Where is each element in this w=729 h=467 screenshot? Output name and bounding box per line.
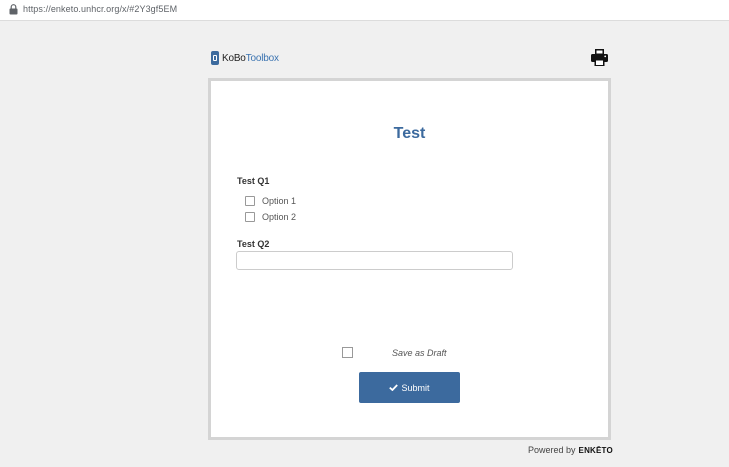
powered-by-footer: Powered by ENKĒTO — [528, 445, 613, 455]
logo-text-toolbox: Toolbox — [245, 52, 279, 64]
kobotoolbox-logo: KoBoToolbox — [211, 51, 279, 65]
submit-label: Submit — [401, 382, 430, 393]
save-as-draft-checkbox[interactable] — [342, 347, 353, 358]
question-2-input[interactable] — [236, 251, 513, 270]
powered-by-text: Powered by — [528, 445, 576, 455]
question-1-label: Test Q1 — [237, 176, 270, 186]
option-label: Option 2 — [262, 212, 297, 222]
submit-button[interactable]: Submit — [359, 372, 460, 403]
checkbox[interactable] — [245, 212, 255, 222]
browser-address-bar[interactable]: https://enketo.unhcr.org/x/#2Y3gf5EM — [0, 0, 729, 21]
option-label: Option 1 — [262, 196, 297, 206]
check-icon — [389, 384, 399, 391]
kobo-logo-icon — [211, 51, 219, 65]
form-title: Test — [393, 125, 426, 142]
save-as-draft-label: Save as Draft — [392, 348, 447, 358]
url-text[interactable]: https://enketo.unhcr.org/x/#2Y3gf5EM — [23, 4, 177, 14]
printer-icon[interactable] — [590, 48, 609, 67]
lock-icon — [9, 4, 18, 15]
enketo-logo[interactable]: ENKĒTO — [579, 446, 613, 455]
checkbox[interactable] — [245, 196, 255, 206]
option-2-checkbox[interactable]: Option 2 — [245, 212, 296, 222]
question-2-label: Test Q2 — [237, 239, 270, 249]
form-card: Test Test Q1 Option 1 Option 2 Test Q2 S… — [208, 78, 611, 440]
logo-text: KoBoToolbox — [222, 53, 279, 64]
logo-text-kobo: KoBo — [222, 52, 246, 64]
option-1-checkbox[interactable]: Option 1 — [245, 196, 296, 206]
